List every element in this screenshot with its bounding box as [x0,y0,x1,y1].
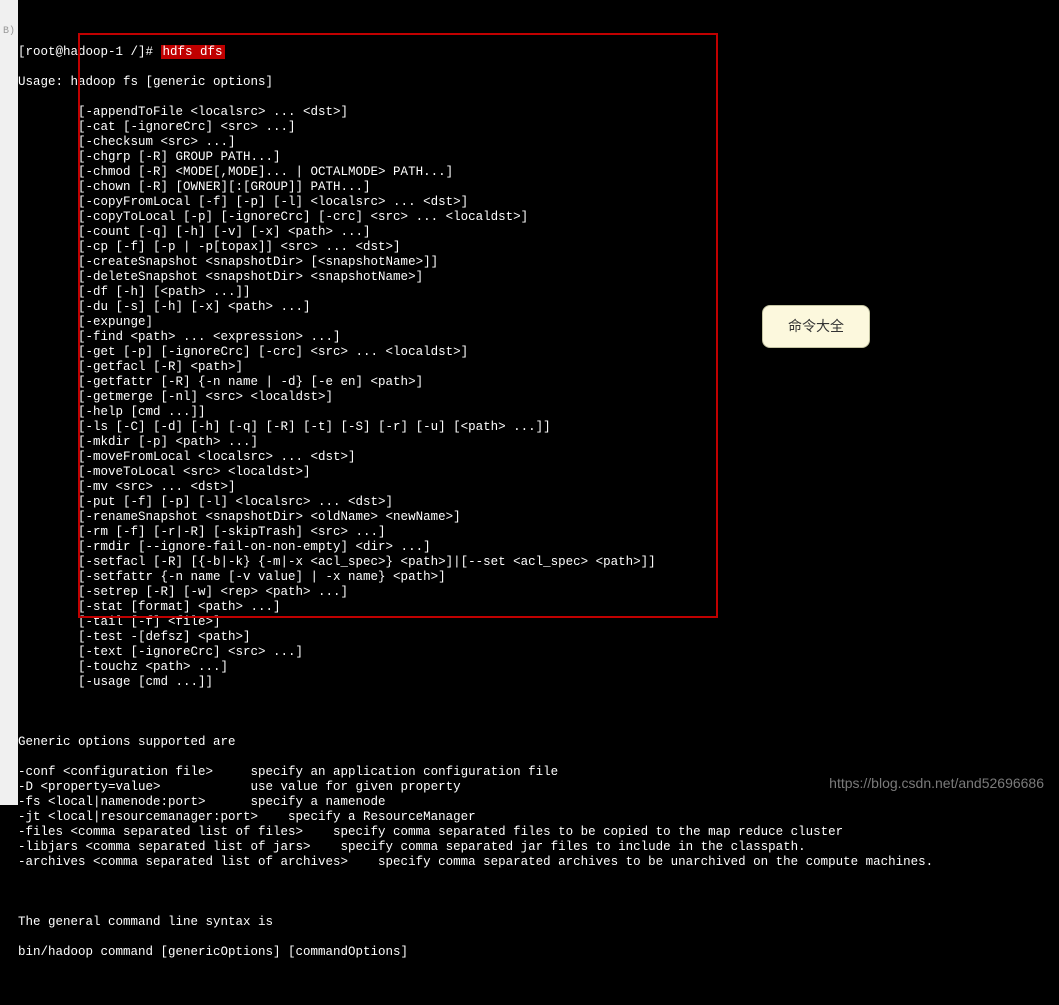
generic-option-line: -archives <comma separated list of archi… [18,855,1059,870]
command-line: [-test -[defsz] <path>] [18,630,1059,645]
blank-line [18,885,1059,900]
command-line: [-ls [-C] [-d] [-h] [-q] [-R] [-t] [-S] … [18,420,1059,435]
command-line: [-usage [cmd ...]] [18,675,1059,690]
command-line: [-put [-f] [-p] [-l] <localsrc> ... <dst… [18,495,1059,510]
command-line: [-getfattr [-R] {-n name | -d} [-e en] <… [18,375,1059,390]
blank-line [18,705,1059,720]
syntax-line: bin/hadoop command [genericOptions] [com… [18,945,1059,960]
watermark: https://blog.csdn.net/and52696686 [829,775,1044,792]
command-line: [-tail [-f] <file>] [18,615,1059,630]
terminal-output: [root@hadoop-1 /]# hdfs dfs Usage: hadoo… [0,0,1059,1005]
command-line: [-setrep [-R] [-w] <rep> <path> ...] [18,585,1059,600]
command-line: [-touchz <path> ...] [18,660,1059,675]
command-highlight: hdfs dfs [161,45,225,59]
command-line: [-moveFromLocal <localsrc> ... <dst>] [18,450,1059,465]
command-line: [-setfattr {-n name [-v value] | -x name… [18,570,1059,585]
command-line: [-chmod [-R] <MODE[,MODE]... | OCTALMODE… [18,165,1059,180]
command-line: [-getfacl [-R] <path>] [18,360,1059,375]
command-line: [-stat [format] <path> ...] [18,600,1059,615]
syntax-header: The general command line syntax is [18,915,1059,930]
command-line: [-appendToFile <localsrc> ... <dst>] [18,105,1059,120]
command-line: [-copyToLocal [-p] [-ignoreCrc] [-crc] <… [18,210,1059,225]
command-line: [-text [-ignoreCrc] <src> ...] [18,645,1059,660]
command-line: [-df [-h] [<path> ...]] [18,285,1059,300]
command-line: [-help [cmd ...]] [18,405,1059,420]
command-line: [-chgrp [-R] GROUP PATH...] [18,150,1059,165]
command-line: [-mkdir [-p] <path> ...] [18,435,1059,450]
command-line: [-checksum <src> ...] [18,135,1059,150]
command-line: [-createSnapshot <snapshotDir> [<snapsho… [18,255,1059,270]
generic-option-line: -jt <local|resourcemanager:port> specify… [18,810,1059,825]
command-line: [-cat [-ignoreCrc] <src> ...] [18,120,1059,135]
command-line: [-renameSnapshot <snapshotDir> <oldName>… [18,510,1059,525]
command-line: [-expunge] [18,315,1059,330]
command-line: [-chown [-R] [OWNER][:[GROUP]] PATH...] [18,180,1059,195]
watermark-text: https://blog.csdn.net/and52696686 [829,775,1044,791]
generic-option-line: -libjars <comma separated list of jars> … [18,840,1059,855]
usage-line: Usage: hadoop fs [generic options] [18,75,1059,90]
command-line: [-cp [-f] [-p | -p[topax]] <src> ... <ds… [18,240,1059,255]
command-line: [-copyFromLocal [-f] [-p] [-l] <localsrc… [18,195,1059,210]
command-line: [-setfacl [-R] [{-b|-k} {-m|-x <acl_spec… [18,555,1059,570]
command-line: [-rm [-f] [-r|-R] [-skipTrash] <src> ...… [18,525,1059,540]
command-line: [-rmdir [--ignore-fail-on-non-empty] <di… [18,540,1059,555]
generic-option-line: -files <comma separated list of files> s… [18,825,1059,840]
command-line: [-getmerge [-nl] <src> <localdst>] [18,390,1059,405]
commands-list: [-appendToFile <localsrc> ... <dst>] [-c… [18,105,1059,690]
callout-text: 命令大全 [788,318,844,334]
prompt-line: [root@hadoop-1 /]# hdfs dfs [18,45,1059,60]
command-line: [-mv <src> ... <dst>] [18,480,1059,495]
prompt: [root@hadoop-1 /]# [18,45,153,59]
command-line: [-get [-p] [-ignoreCrc] [-crc] <src> ...… [18,345,1059,360]
callout-annotation: 命令大全 [762,305,870,348]
command-line: [-find <path> ... <expression> ...] [18,330,1059,345]
generic-option-line: -fs <local|namenode:port> specify a name… [18,795,1059,810]
command-line: [-count [-q] [-h] [-v] [-x] <path> ...] [18,225,1059,240]
generic-options-header: Generic options supported are [18,735,1059,750]
command-line: [-moveToLocal <src> <localdst>] [18,465,1059,480]
command-line: [-deleteSnapshot <snapshotDir> <snapshot… [18,270,1059,285]
command-line: [-du [-s] [-h] [-x] <path> ...] [18,300,1059,315]
